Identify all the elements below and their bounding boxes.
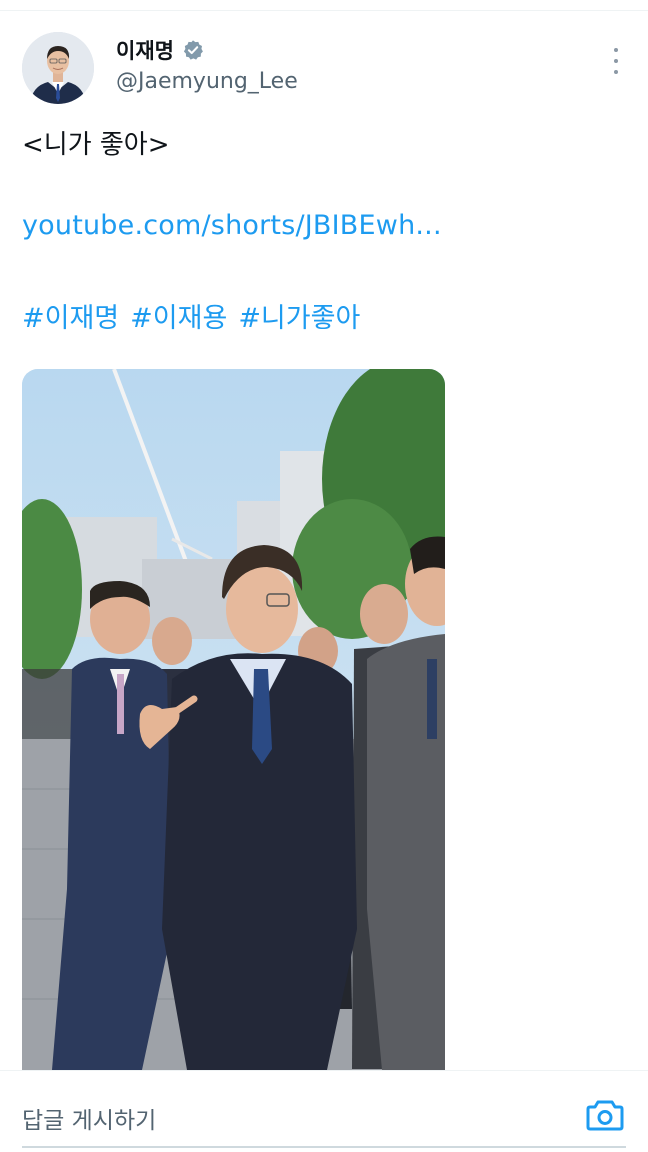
top-divider <box>0 10 648 11</box>
reply-composer: 답글 게시하기 <box>0 1070 648 1152</box>
more-vertical-icon[interactable] <box>612 48 620 74</box>
hashtag-link[interactable]: #이재용 <box>130 296 227 335</box>
hashtag-link[interactable]: #이재명 <box>22 296 119 335</box>
author-handle[interactable]: @Jaemyung_Lee <box>116 69 298 94</box>
reply-input-underline <box>22 1146 626 1148</box>
avatar[interactable] <box>22 32 94 104</box>
tweet-link[interactable]: youtube.com/shorts/JBIBEwh... <box>22 210 442 241</box>
author-name-row[interactable]: 이재명 <box>116 35 204 65</box>
verified-badge-icon <box>182 39 204 61</box>
avatar-image <box>22 32 94 104</box>
hashtag-list: #이재명 #이재용 #니가좋아 <box>22 296 360 335</box>
author-display-name[interactable]: 이재명 <box>116 35 174 65</box>
tweet-media-video[interactable] <box>22 369 445 1070</box>
reply-input[interactable]: 답글 게시하기 <box>22 1101 156 1135</box>
tweet-header: 이재명 @Jaemyung_Lee <box>22 32 626 106</box>
camera-icon[interactable] <box>586 1099 624 1131</box>
media-image <box>22 369 445 1070</box>
tweet-text-title: <니가 좋아> <box>22 130 170 160</box>
hashtag-link[interactable]: #니가좋아 <box>238 296 360 335</box>
